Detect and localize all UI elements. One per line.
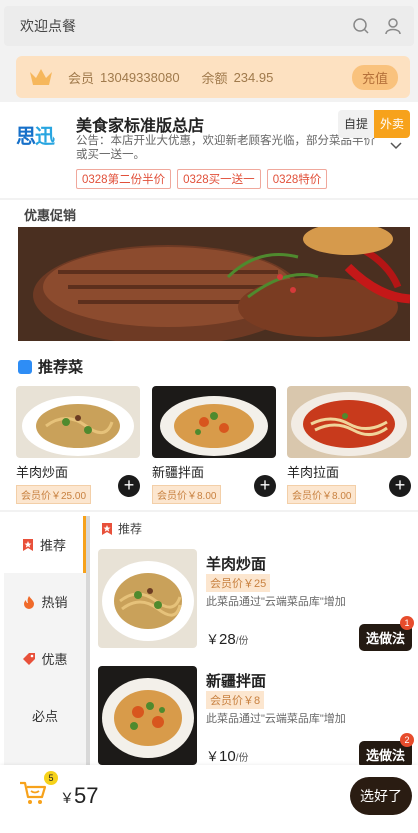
cart-total: ￥57: [60, 783, 98, 809]
dish-image: [152, 386, 276, 458]
store-notice: 公告：本店开业大优惠，欢迎新老顾客光临，部分菜品半价或买一送一。: [76, 135, 375, 161]
promo-tags: 0328第二份半价 0328买一送一 0328特价: [76, 169, 328, 189]
total-value: 57: [74, 783, 99, 808]
add-button[interactable]: +: [389, 475, 411, 497]
dish-description: 此菜品通过"云端菜品库"增加: [206, 713, 346, 725]
category-label: 推荐: [39, 538, 66, 553]
sidebar-divider: [86, 516, 90, 765]
member-bar: 会员 13049338080 余额 234.95 充值: [16, 56, 410, 98]
price-value: 28: [219, 631, 236, 648]
dish-name: 羊肉炒面: [206, 556, 267, 573]
cart-icon[interactable]: [18, 777, 48, 807]
category-item-recommend[interactable]: 推荐: [4, 516, 86, 573]
dish-member-price: 会员价￥8.00: [152, 485, 222, 504]
recommend-card[interactable]: 羊肉炒面 会员价￥25.00 +: [16, 386, 140, 504]
category-item-hot[interactable]: 热销: [4, 573, 86, 630]
recommend-icon: [18, 359, 32, 374]
add-button[interactable]: +: [118, 475, 140, 497]
dish-image: [16, 386, 140, 458]
bookmark-star-icon: [22, 538, 33, 551]
category-label: 热销: [41, 595, 68, 610]
promotion-title: 优惠促销: [24, 208, 77, 223]
promotion-section: 优惠促销: [0, 200, 418, 348]
recommend-section: 推荐菜 羊肉炒面 会员价￥25.00 + 新疆拌面 会员价￥8.00 + 羊肉拉…: [0, 348, 418, 510]
menu-area: 推荐 热销 优惠 必点 菜品 推荐 羊肉炒面 会员价￥25 此菜品通过"云端菜品…: [0, 512, 418, 765]
balance-label: 余额: [201, 70, 228, 86]
item-count-badge: 2: [400, 733, 414, 747]
crown-icon: [30, 69, 52, 85]
balance-value: 234.95: [233, 69, 274, 85]
cart-count-badge: 5: [44, 771, 58, 785]
member-phone: 13049338080: [100, 69, 180, 85]
menu-item[interactable]: 新疆拌面 会员价￥8 此菜品通过"云端菜品库"增加 ￥10/份 选做法 2: [98, 666, 414, 765]
dish-member-price: 会员价￥25.00: [16, 485, 92, 504]
checkout-button[interactable]: 选好了: [350, 777, 412, 815]
dish-image: [98, 549, 197, 648]
dish-description: 此菜品通过"云端菜品库"增加: [206, 596, 346, 608]
dish-price: ￥28/份: [206, 629, 248, 648]
recommend-card[interactable]: 羊肉拉面 会员价￥8.00 +: [287, 386, 411, 504]
promo-tag: 0328特价: [266, 169, 328, 189]
recharge-button[interactable]: 充值: [351, 64, 398, 90]
category-label: 优惠: [41, 652, 68, 667]
dish-image: [287, 386, 411, 458]
category-label: 必点: [31, 709, 58, 724]
price-unit: /份: [235, 636, 249, 647]
category-item-dishes[interactable]: 菜品: [4, 744, 86, 765]
dish-price: ￥10/份: [206, 746, 248, 765]
add-button[interactable]: +: [254, 475, 276, 497]
recommend-title: 推荐菜: [38, 359, 84, 376]
dish-member-price: 会员价￥25: [206, 574, 271, 592]
dish-member-price: 会员价￥8: [206, 691, 265, 709]
fire-icon: [24, 595, 35, 609]
promo-tag: 0328买一送一: [177, 169, 261, 189]
order-mode-toggle[interactable]: 自提 外卖: [337, 110, 410, 138]
promotion-banner[interactable]: [18, 227, 410, 341]
cart-bar: 5 ￥57 选好了: [0, 765, 418, 833]
section-title: 推荐: [118, 522, 143, 536]
tag-icon: [23, 652, 36, 665]
mode-pickup[interactable]: 自提: [337, 110, 374, 138]
member-label: 会员: [68, 70, 95, 86]
mode-delivery[interactable]: 外卖: [373, 110, 410, 138]
currency-symbol: ￥: [60, 790, 74, 806]
store-info: 思迅 美食家标准版总店 公告：本店开业大优惠，欢迎新老顾客光临，部分菜品半价或买…: [0, 102, 418, 198]
store-logo: 思迅: [16, 124, 55, 148]
promo-tag: 0328第二份半价: [76, 169, 172, 189]
search-icon[interactable]: [350, 15, 372, 37]
category-item-discount[interactable]: 优惠: [4, 630, 86, 687]
dish-image: [98, 666, 197, 765]
dish-member-price: 会员价￥8.00: [287, 485, 357, 504]
dish-name: 新疆拌面: [206, 673, 267, 690]
recommend-card[interactable]: 新疆拌面 会员价￥8.00 +: [152, 386, 276, 504]
chevron-down-icon[interactable]: [390, 140, 402, 152]
category-sidebar: 推荐 热销 优惠 必点 菜品: [4, 516, 86, 765]
price-unit: /份: [235, 753, 249, 764]
user-icon[interactable]: [382, 15, 404, 37]
bookmark-star-icon: [102, 522, 112, 535]
page-title: 欢迎点餐: [20, 18, 76, 34]
price-value: 10: [219, 748, 236, 765]
item-count-badge: 1: [400, 616, 414, 630]
currency-symbol: ￥: [206, 632, 220, 647]
menu-item[interactable]: 羊肉炒面 会员价￥25 此菜品通过"云端菜品库"增加 ￥28/份 选做法 1: [98, 549, 414, 657]
currency-symbol: ￥: [206, 749, 220, 764]
recommend-header: 推荐菜: [18, 356, 83, 377]
top-bar: 欢迎点餐: [4, 6, 414, 46]
store-name: 美食家标准版总店: [76, 118, 205, 135]
section-header: 推荐: [100, 520, 142, 537]
category-item-must-order[interactable]: 必点: [4, 687, 86, 744]
